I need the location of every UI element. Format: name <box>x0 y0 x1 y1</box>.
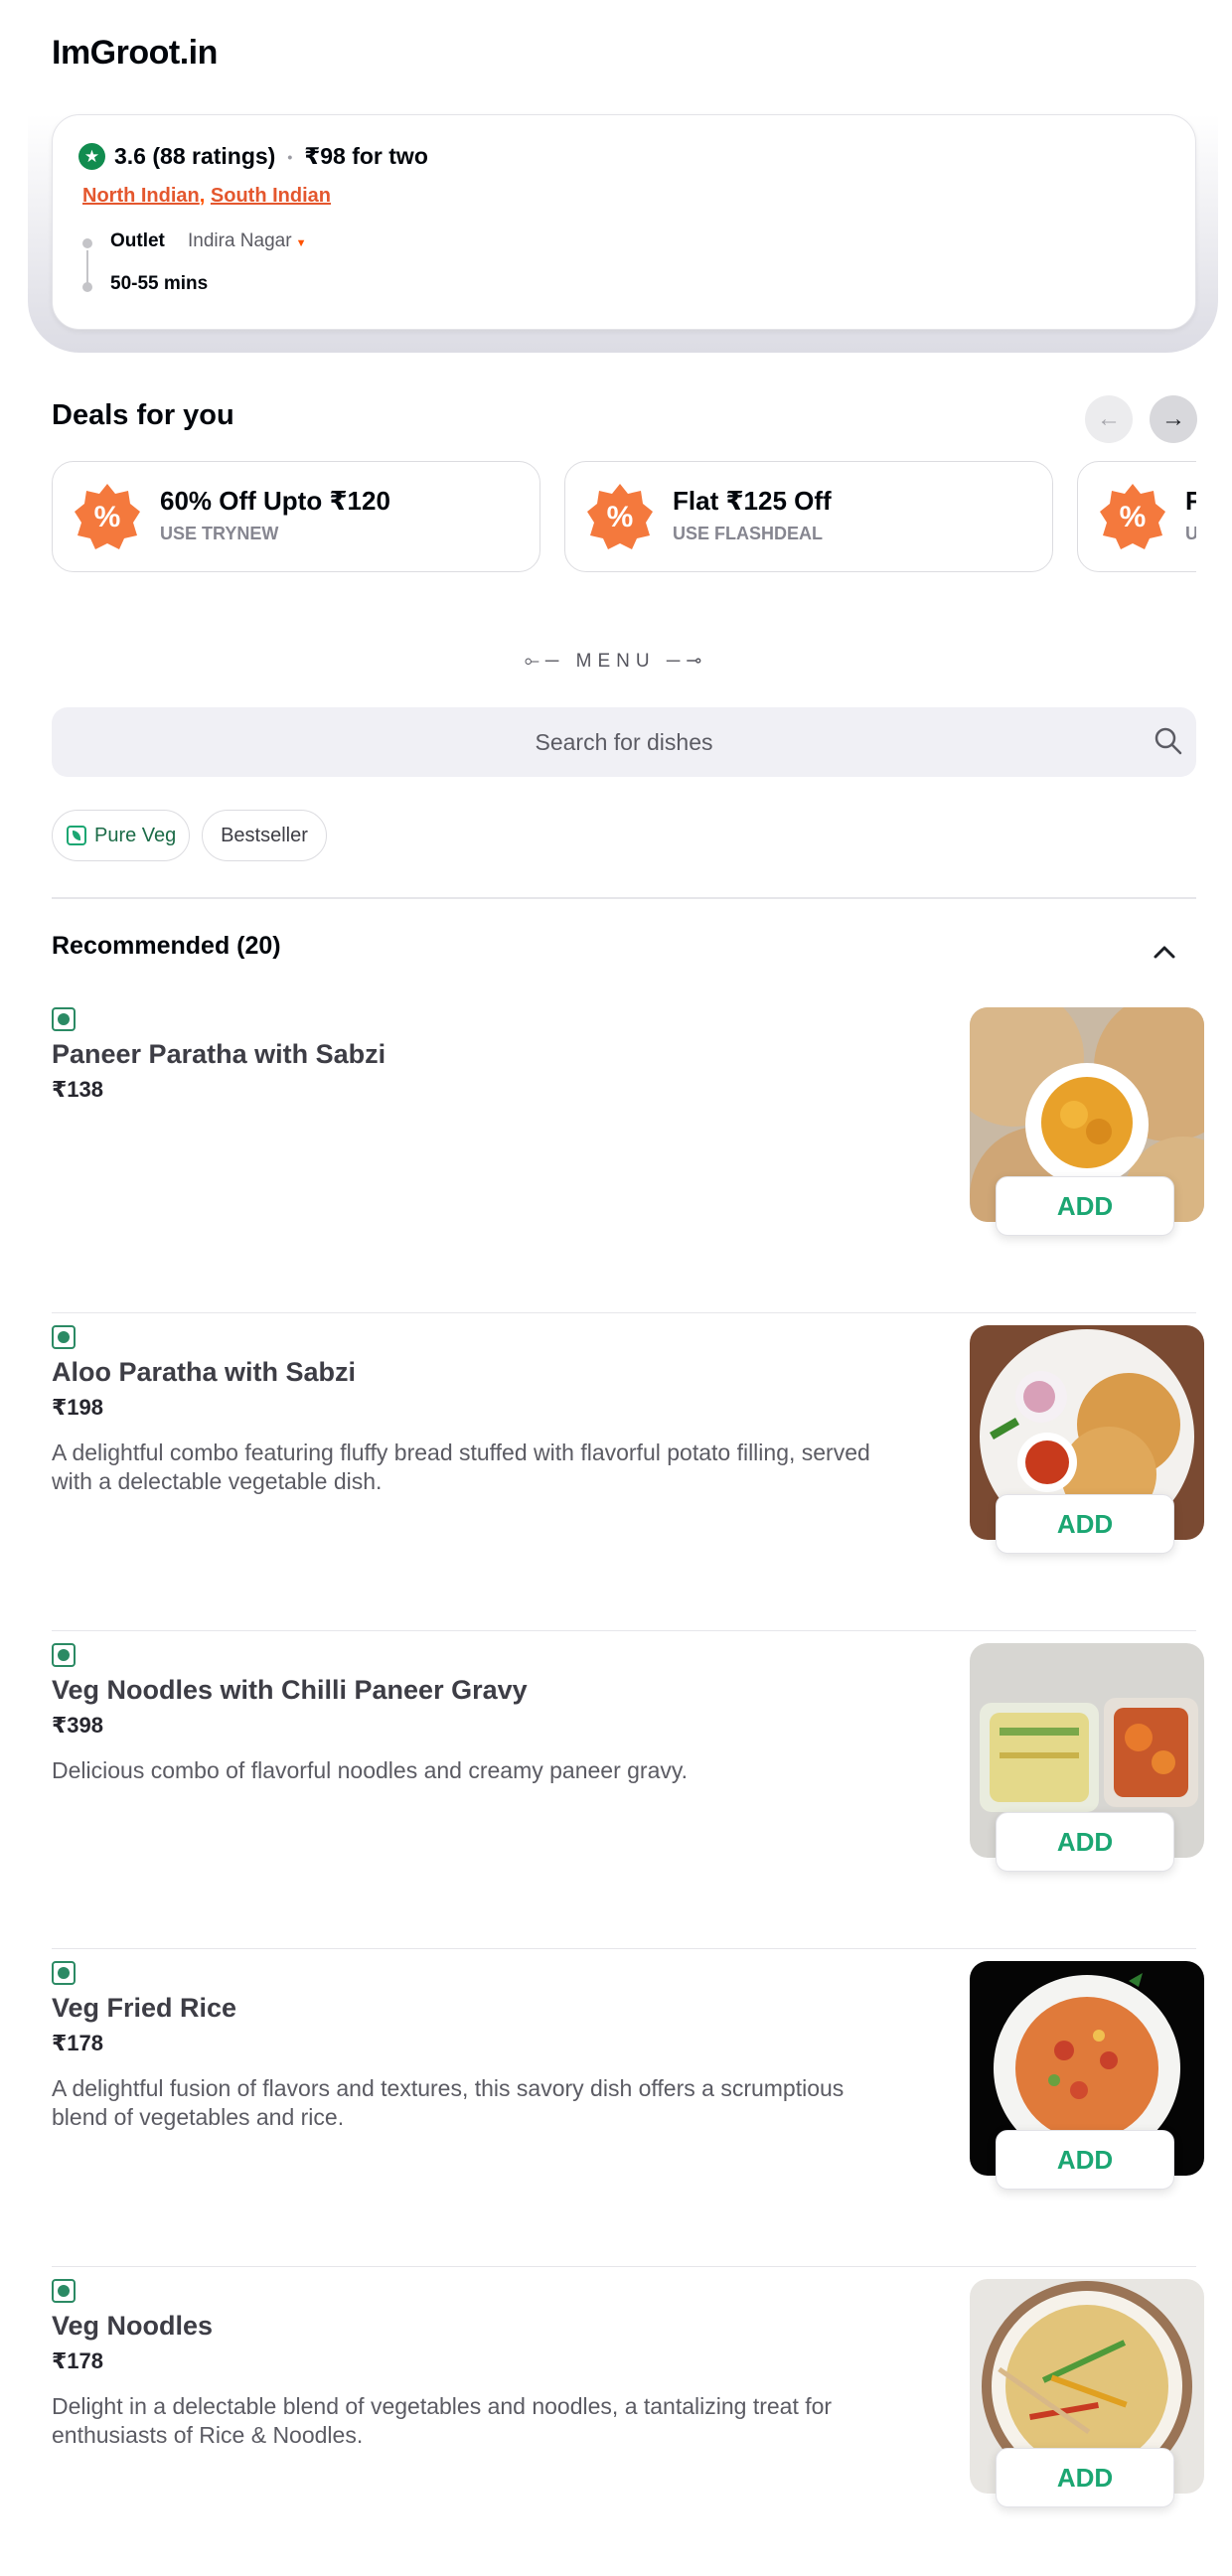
dish-name: Veg Noodles <box>52 2311 214 2341</box>
deals-prev-button[interactable]: ← <box>1085 395 1133 443</box>
recommended-section-title[interactable]: Recommended (20) <box>52 932 281 961</box>
chevron-up-icon[interactable] <box>1151 938 1178 966</box>
dish-search-input[interactable] <box>52 707 1196 777</box>
timeline-dot-icon <box>82 282 92 292</box>
cuisine-links: North Indian, South Indian <box>82 185 331 208</box>
dish-name: Paneer Paratha with Sabzi <box>52 1039 386 1069</box>
add-button[interactable]: ADD <box>996 1812 1174 1872</box>
delivery-time: 50-55 mins <box>110 273 209 294</box>
flourish-left-icon: ⟜─ <box>524 651 576 672</box>
deal-code: USE FLASHDEAL <box>673 524 824 543</box>
outlet-selector[interactable]: Indira Nagar ▼ <box>188 230 306 252</box>
svg-text:%: % <box>607 501 634 533</box>
dish-price: ₹178 <box>52 2031 104 2055</box>
restaurant-info-card: ★ 3.6 (88 ratings) • ₹98 for two North I… <box>52 114 1196 330</box>
add-button[interactable]: ADD <box>996 1494 1174 1554</box>
dish-price: ₹138 <box>52 1077 104 1102</box>
filter-pure-veg[interactable]: Pure Veg <box>52 810 190 861</box>
dish-description: A delightful fusion of flavors and textu… <box>52 2075 845 2130</box>
filter-label: Bestseller <box>221 824 308 846</box>
menu-item: Aloo Paratha with Sabzi ₹198 A delightfu… <box>52 1313 1204 1631</box>
svg-text:%: % <box>94 501 121 533</box>
menu-item: Veg Noodles with Chilli Paneer Gravy ₹39… <box>52 1631 1204 1949</box>
add-button[interactable]: ADD <box>996 2130 1174 2190</box>
deal-card[interactable]: % 60% Off Upto ₹120 USE TRYNEW <box>52 461 540 572</box>
add-button[interactable]: ADD <box>996 1176 1174 1236</box>
dish-name: Aloo Paratha with Sabzi <box>52 1357 357 1387</box>
timeline-dot-icon <box>82 238 92 248</box>
veg-indicator-icon <box>52 1643 76 1667</box>
filter-bestseller[interactable]: Bestseller <box>202 810 327 861</box>
dish-description: Delicious combo of flavorful noodles and… <box>52 1757 689 1783</box>
menu-item: Veg Noodles ₹178 Delight in a delectable… <box>52 2267 1204 2576</box>
dish-name: Veg Noodles with Chilli Paneer Gravy <box>52 1675 528 1705</box>
rating-row: ★ 3.6 (88 ratings) • ₹98 for two <box>78 143 428 170</box>
dish-name: Veg Fried Rice <box>52 1993 237 2023</box>
menu-item: Paneer Paratha with Sabzi ₹138 ADD <box>52 995 1204 1313</box>
menu-label: MENU <box>575 651 656 672</box>
cuisine-link-north-indian[interactable]: North Indian <box>82 185 200 207</box>
search-icon[interactable] <box>1153 725 1184 757</box>
cuisine-link-south-indian[interactable]: South Indian <box>211 185 331 207</box>
arrow-right-icon: → <box>1161 405 1185 432</box>
svg-text:%: % <box>1120 501 1147 533</box>
deal-card[interactable]: % F U <box>1077 461 1196 572</box>
restaurant-title: ImGroot.in <box>52 34 218 72</box>
rating-text: 3.6 (88 ratings) <box>114 143 276 169</box>
discount-badge-icon: % <box>1098 482 1167 551</box>
section-divider <box>52 897 1196 899</box>
add-button[interactable]: ADD <box>996 2448 1174 2507</box>
deals-carousel[interactable]: % 60% Off Upto ₹120 USE TRYNEW % Flat ₹1… <box>52 461 1196 574</box>
veg-leaf-icon <box>67 826 86 845</box>
star-icon: ★ <box>78 143 105 170</box>
veg-indicator-icon <box>52 1007 76 1031</box>
deal-title: Flat ₹125 Off <box>673 486 832 516</box>
discount-badge-icon: % <box>585 482 655 551</box>
dish-price: ₹178 <box>52 2349 104 2373</box>
cost-for-two: ₹98 for two <box>304 143 428 169</box>
dish-description: Delight in a delectable blend of vegetab… <box>52 2393 833 2448</box>
deals-next-button[interactable]: → <box>1150 395 1197 443</box>
arrow-left-icon: ← <box>1097 405 1121 432</box>
dot-separator-icon: • <box>287 148 293 165</box>
menu-heading: ⟜─ MENU ─⊸ <box>0 650 1232 673</box>
dish-price: ₹398 <box>52 1713 104 1738</box>
dish-description: A delightful combo featuring fluffy brea… <box>52 1440 870 1494</box>
discount-badge-icon: % <box>73 482 142 551</box>
veg-indicator-icon <box>52 1325 76 1349</box>
menu-item: Veg Fried Rice ₹178 A delightful fusion … <box>52 1949 1204 2267</box>
deal-title: F <box>1185 486 1196 516</box>
flourish-right-icon: ─⊸ <box>655 651 708 672</box>
deal-code: USE TRYNEW <box>160 524 279 543</box>
deal-card[interactable]: % Flat ₹125 Off USE FLASHDEAL <box>564 461 1053 572</box>
deal-title: 60% Off Upto ₹120 <box>160 486 390 516</box>
cuisine-separator: , <box>199 185 206 207</box>
deal-code: U <box>1185 524 1196 543</box>
filter-label: Pure Veg <box>94 824 177 846</box>
deals-title: Deals for you <box>52 399 234 431</box>
outlet-label: Outlet <box>110 230 165 251</box>
veg-indicator-icon <box>52 2279 76 2303</box>
dish-price: ₹198 <box>52 1395 104 1420</box>
outlet-value: Indira Nagar <box>188 230 292 251</box>
veg-indicator-icon <box>52 1961 76 1985</box>
caret-down-icon: ▼ <box>295 237 307 249</box>
timeline-line <box>86 250 88 284</box>
